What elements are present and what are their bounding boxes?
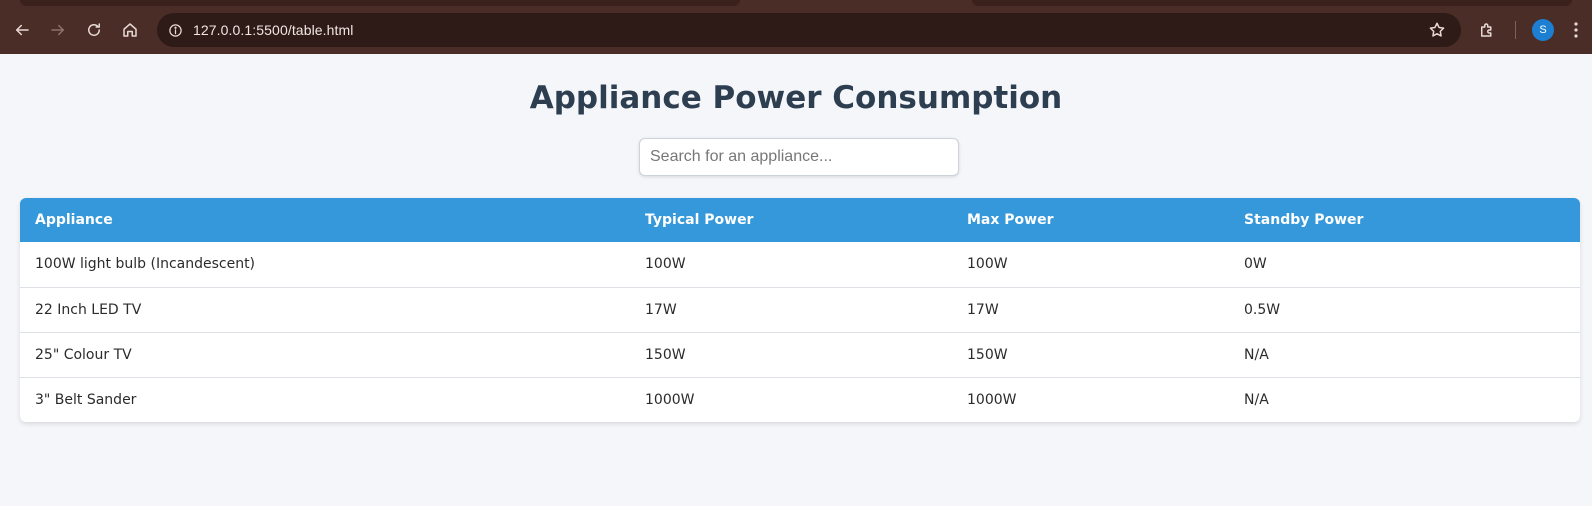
- header-typical-power: Typical Power: [645, 212, 754, 228]
- tab-edge-right[interactable]: [972, 0, 1572, 6]
- cell-appliance: 22 Inch LED TV: [35, 301, 142, 318]
- cell-typical-power: 150W: [645, 346, 686, 363]
- back-icon[interactable]: [4, 12, 40, 48]
- cell-appliance: 3" Belt Sander: [35, 391, 137, 408]
- table-header-row: Appliance Typical Power Max Power Standb…: [20, 198, 1580, 242]
- header-standby-power: Standby Power: [1244, 212, 1364, 228]
- home-icon[interactable]: [112, 12, 148, 48]
- cell-standby-power: N/A: [1244, 346, 1269, 363]
- browser-chrome: 127.0.0.1:5500/table.html S: [0, 0, 1592, 54]
- browser-toolbar: 127.0.0.1:5500/table.html S: [0, 8, 1592, 52]
- table-row: 100W light bulb (Incandescent) 100W 100W…: [20, 242, 1580, 287]
- extensions-icon[interactable]: [1476, 19, 1498, 41]
- forward-icon[interactable]: [40, 12, 76, 48]
- profile-avatar[interactable]: S: [1532, 19, 1554, 41]
- cell-appliance: 25" Colour TV: [35, 346, 132, 363]
- bookmark-star-icon[interactable]: [1427, 20, 1447, 40]
- url-text[interactable]: 127.0.0.1:5500/table.html: [193, 22, 354, 38]
- cell-standby-power: 0W: [1244, 256, 1267, 273]
- cell-max-power: 17W: [967, 301, 999, 318]
- cell-appliance: 100W light bulb (Incandescent): [35, 256, 256, 273]
- tab-edge-left[interactable]: [20, 0, 740, 6]
- cell-standby-power: N/A: [1244, 391, 1269, 408]
- cell-typical-power: 100W: [645, 256, 686, 273]
- toolbar-divider: [1515, 21, 1516, 39]
- cell-max-power: 150W: [967, 346, 1008, 363]
- cell-max-power: 1000W: [967, 391, 1017, 408]
- url-path: :5500/table.html: [252, 22, 354, 38]
- site-info-icon[interactable]: [165, 20, 185, 40]
- appliance-table-container: Appliance Typical Power Max Power Standb…: [20, 198, 1580, 422]
- header-appliance: Appliance: [35, 212, 113, 228]
- appliance-table: Appliance Typical Power Max Power Standb…: [20, 198, 1580, 422]
- page-content: Appliance Power Consumption Appliance Ty…: [0, 54, 1592, 506]
- header-max-power: Max Power: [967, 212, 1054, 228]
- cell-standby-power: 0.5W: [1244, 301, 1281, 318]
- cell-max-power: 100W: [967, 256, 1008, 273]
- table-body: 100W light bulb (Incandescent) 100W 100W…: [20, 242, 1580, 422]
- table-header: Appliance Typical Power Max Power Standb…: [20, 198, 1580, 242]
- table-row: 3" Belt Sander 1000W 1000W N/A: [20, 377, 1580, 422]
- table-row: 22 Inch LED TV 17W 17W 0.5W: [20, 287, 1580, 332]
- table-row: 25" Colour TV 150W 150W N/A: [20, 332, 1580, 377]
- search-input[interactable]: [639, 138, 959, 176]
- page-title: Appliance Power Consumption: [529, 80, 1063, 116]
- url-host: 127.0.0.1: [193, 22, 253, 38]
- cell-typical-power: 1000W: [645, 391, 695, 408]
- kebab-menu-icon[interactable]: [1568, 19, 1584, 41]
- reload-icon[interactable]: [76, 12, 112, 48]
- cell-typical-power: 17W: [645, 301, 677, 318]
- address-bar[interactable]: 127.0.0.1:5500/table.html: [157, 13, 1461, 47]
